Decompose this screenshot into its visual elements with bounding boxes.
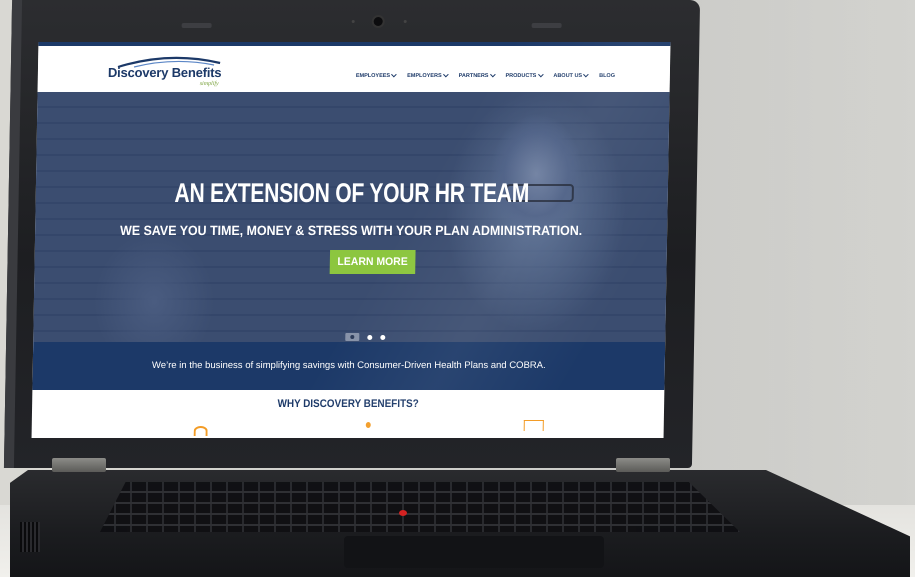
- hero-title: AN EXTENSION OF YOUR HR TEAM: [174, 178, 530, 208]
- feature-icon: [365, 422, 371, 428]
- feature-icon: [193, 426, 208, 436]
- laptop-photo: Discovery Benefits simplify EMPLOYEES EM…: [0, 0, 915, 577]
- camera-sensor: [351, 20, 355, 23]
- trackpoint: [399, 510, 407, 516]
- nav-label: BLOG: [599, 73, 616, 79]
- nav-label: PARTNERS: [458, 73, 489, 79]
- keyboard-rows: [100, 482, 740, 532]
- lid-latch: [531, 23, 562, 28]
- carousel-dot-active[interactable]: [345, 333, 360, 341]
- nav-item-products[interactable]: PRODUCTS: [505, 71, 544, 79]
- chevron-down-icon: [537, 71, 544, 78]
- chevron-down-icon: [391, 71, 397, 78]
- chevron-down-icon: [583, 71, 589, 78]
- lid-edge: [3, 0, 23, 468]
- hero-photo-woman: [453, 102, 618, 342]
- site-header: Discovery Benefits simplify EMPLOYEES EM…: [37, 42, 671, 96]
- carousel-dot[interactable]: [380, 334, 386, 340]
- touchpad: [344, 536, 604, 568]
- hero-subtitle: WE SAVE YOU TIME, MONEY & STRESS WITH YO…: [119, 223, 583, 238]
- learn-more-button[interactable]: LEARN MORE: [329, 250, 416, 274]
- hero-banner: AN EXTENSION OF YOUR HR TEAM WE SAVE YOU…: [33, 92, 670, 342]
- carousel-dots: [345, 333, 386, 341]
- main-nav: EMPLOYEES EMPLOYERS PARTNERS PRODUCTS AB…: [355, 71, 615, 79]
- laptop-screen: Discovery Benefits simplify EMPLOYEES EM…: [31, 42, 671, 438]
- laptop-vent: [20, 522, 40, 552]
- nav-label: EMPLOYERS: [407, 73, 442, 79]
- logo-name: Discovery Benefits: [107, 65, 222, 80]
- nav-label: ABOUT US: [553, 73, 583, 79]
- chevron-down-icon: [442, 71, 449, 78]
- tagline-text: We’re in the business of simplifying sav…: [151, 360, 546, 371]
- webcam-icon: [373, 17, 383, 26]
- nav-item-about-us[interactable]: ABOUT US: [553, 71, 589, 79]
- nav-label: EMPLOYEES: [355, 73, 391, 79]
- carousel-dot[interactable]: [367, 334, 373, 340]
- discovery-benefits-logo[interactable]: Discovery Benefits simplify: [108, 54, 249, 90]
- why-heading: WHY DISCOVERY BENEFITS?: [277, 398, 419, 410]
- hinge-right: [616, 458, 670, 472]
- hinge-left: [52, 458, 106, 472]
- chevron-down-icon: [489, 71, 496, 78]
- lid-latch: [181, 23, 212, 28]
- nav-item-blog[interactable]: BLOG: [599, 73, 615, 79]
- logo-tagline: simplify: [199, 81, 219, 87]
- nav-item-partners[interactable]: PARTNERS: [458, 71, 496, 79]
- nav-item-employees[interactable]: EMPLOYEES: [355, 71, 397, 79]
- nav-item-employers[interactable]: EMPLOYERS: [407, 71, 449, 79]
- nav-label: PRODUCTS: [505, 73, 537, 79]
- camera-sensor: [403, 20, 407, 23]
- feature-icon: [523, 420, 544, 431]
- tagline-band: We’re in the business of simplifying sav…: [32, 342, 666, 390]
